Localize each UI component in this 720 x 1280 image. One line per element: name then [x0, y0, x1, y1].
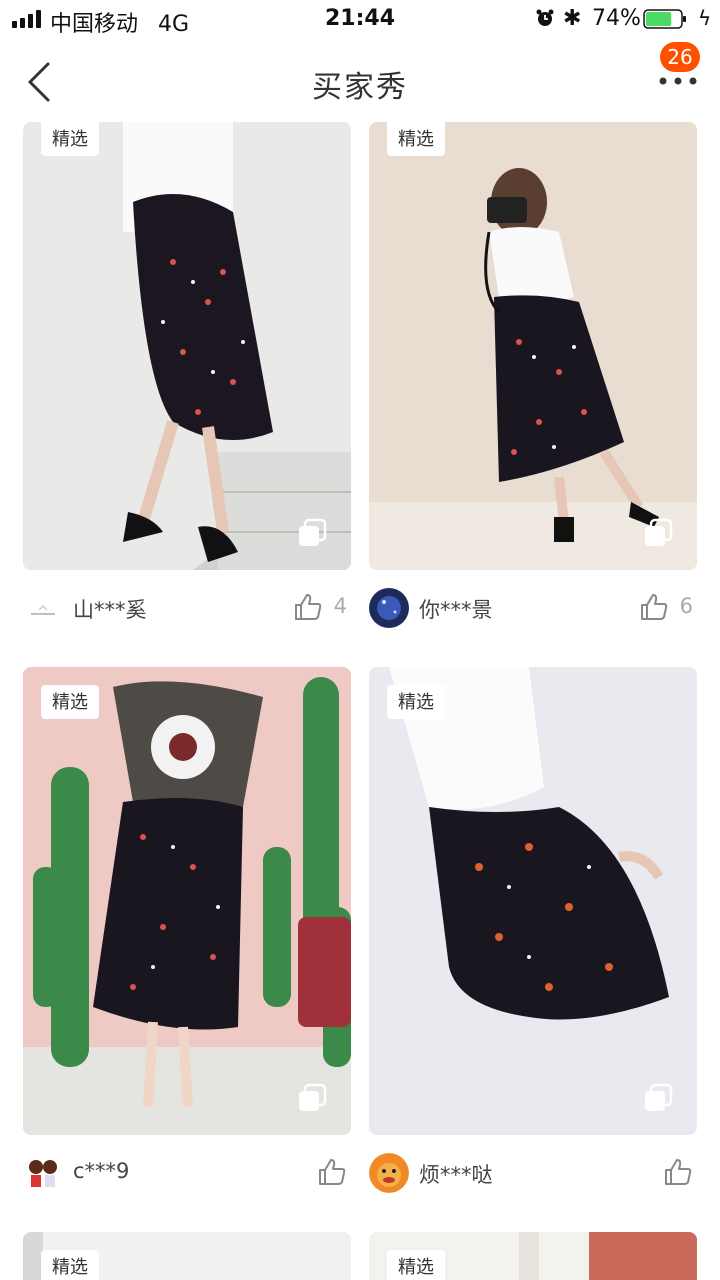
avatar[interactable] [369, 1153, 409, 1193]
featured-tag: 精选 [387, 685, 445, 719]
thumbs-up-icon[interactable] [663, 1157, 693, 1187]
multi-image-icon [299, 1083, 327, 1111]
battery-icon [643, 9, 686, 29]
username: 你***景 [419, 598, 493, 622]
thumbs-up-icon[interactable] [317, 1157, 347, 1187]
post-photo[interactable]: 精选 [23, 667, 351, 1135]
featured-tag: 精选 [41, 685, 99, 719]
post-photo[interactable]: 精选 [369, 667, 697, 1135]
photo-image [23, 122, 351, 570]
featured-tag: 精选 [41, 1250, 99, 1280]
featured-tag: 精选 [387, 122, 445, 156]
alarm-clock-icon [536, 9, 554, 26]
message-badge[interactable]: 26 [660, 42, 700, 72]
post-photo[interactable]: 精选 [369, 1232, 697, 1280]
status-bar: 中国移动 4G 21:44 ✱ 74% ϟ [0, 0, 720, 40]
nav-bar: 买家秀 26 [0, 40, 720, 122]
username: 山***奚 [73, 598, 147, 622]
post-photo[interactable]: 精选 [23, 1232, 351, 1280]
avatar[interactable] [369, 588, 409, 628]
thumbs-up-icon[interactable] [639, 592, 669, 622]
avatar[interactable] [23, 1153, 63, 1193]
post-meta: 你***景 6 [369, 588, 697, 628]
post-photo[interactable]: 精选 [23, 122, 351, 570]
more-dots-icon[interactable] [658, 76, 698, 86]
photo-image [23, 667, 351, 1135]
like-count: 4 [333, 594, 347, 618]
thumbs-up-icon[interactable] [293, 592, 323, 622]
buyer-show-grid: 精选 山***奚 4 精选 你***景 6 精选 c***9 精选 烦***哒 … [0, 122, 720, 1280]
page-title: 买家秀 [312, 70, 408, 105]
multi-image-icon [645, 518, 673, 546]
featured-tag: 精选 [387, 1250, 445, 1280]
post-meta: 烦***哒 [369, 1153, 697, 1193]
post-photo[interactable]: 精选 [369, 122, 697, 570]
photo-image [369, 122, 697, 570]
photo-image [369, 667, 697, 1135]
avatar[interactable] [23, 588, 63, 628]
username: 烦***哒 [419, 1163, 493, 1187]
like-count: 6 [679, 594, 693, 618]
post-meta: 山***奚 4 [23, 588, 351, 628]
battery-percent: 74% [592, 6, 641, 31]
multi-image-icon [299, 518, 327, 546]
post-meta: c***9 [23, 1153, 351, 1193]
bluetooth-icon: ✱ [563, 6, 582, 31]
charging-icon: ϟ [698, 6, 712, 30]
username: c***9 [73, 1159, 130, 1183]
multi-image-icon [645, 1083, 673, 1111]
featured-tag: 精选 [41, 122, 99, 156]
